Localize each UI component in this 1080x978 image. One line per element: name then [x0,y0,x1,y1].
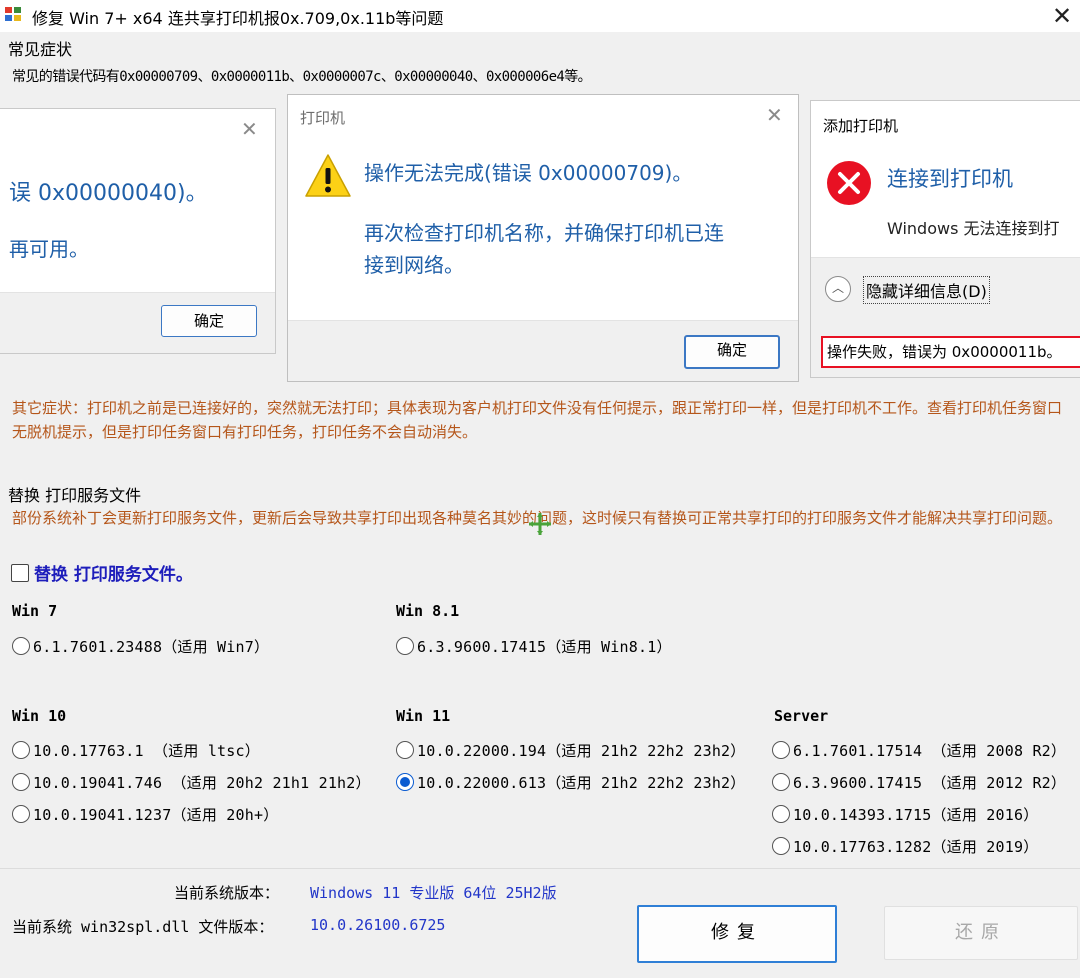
error-dialog-left: ✕ 误 0x00000040)。 再可用。 确定 [0,108,276,354]
radio-button[interactable] [12,637,30,655]
dialog-right-heading: 连接到打印机 [887,167,1013,191]
option-label: 10.0.22000.194（适用 21h2 22h2 23h2） [417,742,746,760]
replace-group-title: 替换 打印服务文件 [8,486,142,505]
error-dialog-printer: 打印机 ✕ 操作无法完成(错误 0x00000709)。 再次检查打印机名称，并… [287,94,799,382]
dialog-title: 添加打印机 [823,117,899,135]
dll-version-value: 10.0.26100.6725 [310,916,446,934]
app-icon [5,7,21,21]
option-label: 10.0.14393.1715（适用 2016） [793,806,1039,824]
window-title: 修复 Win 7+ x64 连共享打印机报0x.709,0x.11b等问题 [32,9,444,28]
dialog-mid-message-1: 操作无法完成(错误 0x00000709)。 [364,161,693,185]
radio-button[interactable] [772,741,790,759]
os-version-label: 当前系统版本： [174,884,280,902]
win81-option[interactable]: 6.3.9600.17415（适用 Win8.1） [396,636,672,657]
dll-version-label: 当前系统 win32spl.dll 文件版本： [12,918,274,936]
radio-button[interactable] [12,805,30,823]
error-detail-box: 操作失败，错误为 0x0000011b。 [821,336,1080,368]
radio-button[interactable] [396,637,414,655]
server-option[interactable]: 6.1.7601.17514 （适用 2008 R2） [772,740,1066,761]
other-symptoms-text: 其它症状：打印机之前是已连接好的，突然就无法打印；具体表现为客户机打印文件没有任… [12,399,1063,441]
radio-button[interactable] [12,741,30,759]
divider [0,868,1080,869]
replace-checkbox-label[interactable]: 替换 打印服务文件。 [34,560,193,585]
win81-label: Win 8.1 [396,602,460,620]
win10-option[interactable]: 10.0.19041.746 （适用 20h2 21h1 21h2） [12,772,371,793]
dialog-mid-footer: 确定 [288,320,798,381]
win10-option[interactable]: 10.0.17763.1 （适用 ltsc） [12,740,260,761]
radio-button[interactable] [772,773,790,791]
restore-button: 还原 [884,906,1078,960]
repair-button[interactable]: 修复 [637,905,837,963]
title-bar: 修复 Win 7+ x64 连共享打印机报0x.709,0x.11b等问题 ✕ [0,0,1080,32]
radio-button[interactable] [772,805,790,823]
ok-button[interactable]: 确定 [161,305,257,337]
dialog-mid-message-3: 接到网络。 [364,253,464,277]
dialog-title: 打印机 [300,109,346,127]
dialog-close-icon[interactable]: ✕ [241,117,258,141]
win11-option[interactable]: 10.0.22000.194（适用 21h2 22h2 23h2） [396,740,746,761]
dialog-left-message-2: 再可用。 [9,237,89,261]
server-option[interactable]: 10.0.14393.1715（适用 2016） [772,804,1038,825]
dialog-right-subtext: Windows 无法连接到打 [887,219,1060,238]
hide-details-toggle[interactable]: 隐藏详细信息(D) [863,276,990,304]
error-codes-line: 常见的错误代码有0x00000709、0x0000011b、0x0000007c… [12,69,592,85]
win10-option[interactable]: 10.0.19041.1237（适用 20h+） [12,804,278,825]
option-label: 6.1.7601.17514 （适用 2008 R2） [793,742,1067,760]
win7-label: Win 7 [12,602,58,620]
dialog-right-details: ︿ 隐藏详细信息(D) 操作失败，错误为 0x0000011b。 [811,257,1080,377]
radio-button[interactable] [396,741,414,759]
option-label: 6.3.9600.17415（适用 Win8.1） [417,638,672,656]
error-detail-text: 操作失败，错误为 0x0000011b。 [827,343,1062,361]
dialog-left-message-1: 误 0x00000040)。 [9,181,208,206]
os-version-value: Windows 11 专业版 64位 25H2版 [310,884,557,902]
chevron-up-icon[interactable]: ︿ [825,276,851,302]
option-label: 10.0.17763.1 （适用 ltsc） [33,742,260,760]
radio-button-selected[interactable] [396,773,414,791]
warning-icon [305,154,351,197]
server-option[interactable]: 10.0.17763.1282（适用 2019） [772,836,1038,857]
option-label: 10.0.22000.613（适用 21h2 22h2 23h2） [417,774,746,792]
option-label: 10.0.19041.1237（适用 20h+） [33,806,279,824]
dialog-left-footer: 确定 [0,292,275,353]
option-label: 10.0.17763.1282（适用 2019） [793,838,1039,856]
radio-button[interactable] [12,773,30,791]
move-cursor-icon [529,513,551,535]
close-icon[interactable]: ✕ [1052,2,1072,30]
add-printer-dialog: 添加打印机 连接到打印机 Windows 无法连接到打 ︿ 隐藏详细信息(D) … [810,100,1080,378]
error-icon [827,161,871,205]
option-label: 6.1.7601.23488（适用 Win7） [33,638,270,656]
radio-button[interactable] [772,837,790,855]
dialog-close-icon[interactable]: ✕ [766,103,783,127]
symptoms-group-title: 常见症状 [8,40,73,59]
win10-label: Win 10 [12,707,67,725]
server-option[interactable]: 6.3.9600.17415 （适用 2012 R2） [772,772,1066,793]
win7-option[interactable]: 6.1.7601.23488（适用 Win7） [12,636,269,657]
win11-label: Win 11 [396,707,451,725]
win11-option-selected[interactable]: 10.0.22000.613（适用 21h2 22h2 23h2） [396,772,746,793]
ok-button[interactable]: 确定 [684,335,780,369]
option-label: 6.3.9600.17415 （适用 2012 R2） [793,774,1067,792]
option-label: 10.0.19041.746 （适用 20h2 21h1 21h2） [33,774,371,792]
server-label: Server [774,707,829,725]
replace-checkbox[interactable] [11,564,29,582]
dialog-mid-message-2: 再次检查打印机名称，并确保打印机已连 [364,221,724,245]
